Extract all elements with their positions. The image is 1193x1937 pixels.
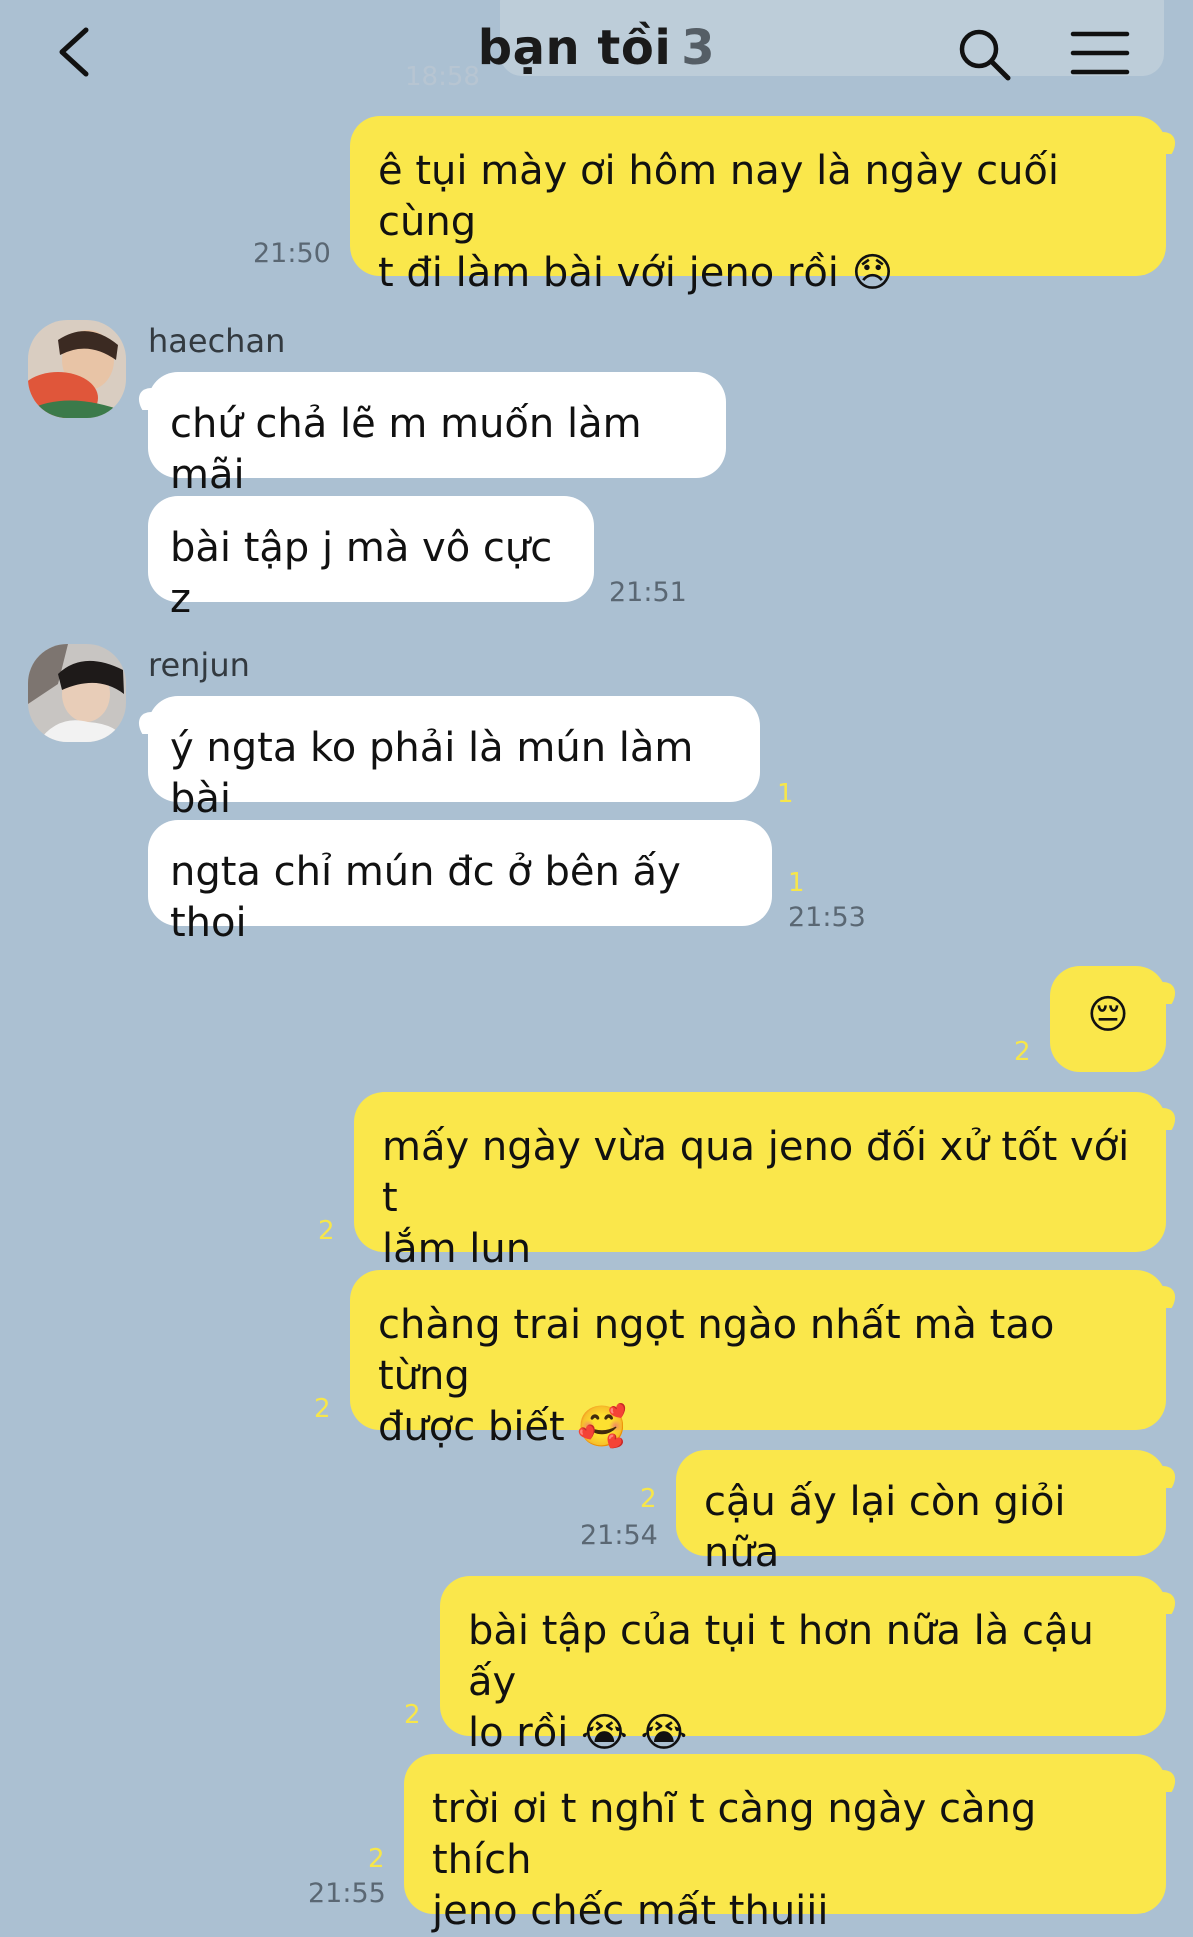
message-bubble-other[interactable]: bài tập j mà vô cực z	[148, 496, 594, 622]
unread-count: 2	[640, 1484, 657, 1514]
unread-count: 2	[404, 1700, 421, 1730]
message-bubble-other[interactable]: chứ chả lẽ m muốn làm mãi	[148, 372, 726, 498]
message-bubble-other[interactable]: ngta chỉ mún đc ở bên ấy thoi	[148, 820, 772, 946]
message-bubble-mine[interactable]: cậu ấy lại còn giỏi nữa	[676, 1450, 1166, 1576]
member-count: 3	[681, 20, 716, 76]
unread-count: 2	[314, 1394, 331, 1424]
sender-name: haechan	[148, 322, 286, 360]
unread-count: 2	[318, 1216, 335, 1246]
message-time: 21:50	[253, 238, 331, 269]
unread-count: 1	[777, 779, 794, 809]
message-time: 21:54	[580, 1520, 658, 1551]
message-time: 21:55	[308, 1878, 386, 1909]
unread-count: 2	[1014, 1037, 1031, 1067]
message-time: 21:51	[609, 577, 687, 608]
message-bubble-mine[interactable]: mấy ngày vừa qua jeno đối xử tốt với t l…	[354, 1092, 1166, 1272]
avatar-renjun-image	[28, 644, 126, 742]
chat-header: 18:58 bạn tồi 3	[0, 0, 1193, 100]
unread-count: 1	[788, 868, 805, 898]
message-bubble-mine[interactable]: ê tụi mày ơi hôm nay là ngày cuối cùng t…	[350, 116, 1166, 296]
chat-title: bạn tồi 3	[0, 20, 1193, 76]
message-bubble-mine[interactable]: trời ơi t nghĩ t càng ngày càng thích je…	[404, 1754, 1166, 1934]
avatar-haechan[interactable]	[28, 320, 126, 418]
message-bubble-mine[interactable]: chàng trai ngọt ngào nhất mà tao từng đư…	[350, 1270, 1166, 1450]
message-bubble-other[interactable]: ý ngta ko phải là mún làm bài	[148, 696, 760, 822]
search-icon[interactable]	[956, 26, 1012, 82]
avatar-renjun[interactable]	[28, 644, 126, 742]
message-time: 21:53	[788, 902, 866, 933]
avatar-haechan-image	[28, 320, 126, 418]
sender-name: renjun	[148, 646, 250, 684]
menu-icon[interactable]	[1070, 28, 1130, 78]
message-bubble-mine[interactable]: 😔	[1050, 966, 1166, 1072]
message-bubble-mine[interactable]: bài tập của tụi t hơn nữa là cậu ấy lo r…	[440, 1576, 1166, 1756]
chat-name: bạn tồi	[477, 20, 672, 76]
unread-count: 2	[368, 1844, 385, 1874]
